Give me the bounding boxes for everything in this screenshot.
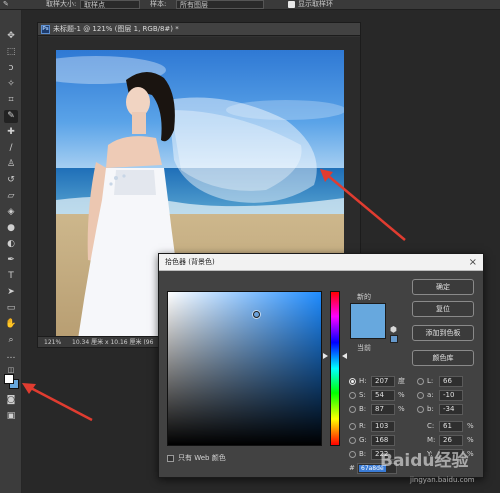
- close-icon[interactable]: ×: [469, 254, 477, 271]
- lab-b-input[interactable]: -34: [439, 404, 463, 415]
- c-label: C:: [427, 422, 435, 430]
- a-radio[interactable]: [417, 392, 424, 399]
- new-color-swatch: [350, 303, 386, 339]
- hue-slider[interactable]: [330, 291, 340, 446]
- b-unit: %: [398, 405, 405, 413]
- m-label: M:: [427, 436, 436, 444]
- s-input[interactable]: 54: [371, 390, 395, 401]
- c-input[interactable]: 61: [439, 421, 463, 432]
- web-colors-only-label: 只有 Web 颜色: [178, 454, 226, 462]
- h-unit: 度: [398, 377, 405, 385]
- dialog-titlebar[interactable]: 拾色器 (背景色) ×: [159, 254, 483, 271]
- baidu-watermark: Baidu经验: [380, 451, 469, 471]
- color-picker-dialog: 拾色器 (背景色) × 新的 当前 ⬢ 确定 复位 添加到色板 颜色库 H: 2…: [158, 253, 484, 478]
- hex-label: #: [349, 464, 355, 472]
- arrow-to-background-swatch: [22, 383, 93, 422]
- web-colors-only-checkbox[interactable]: [167, 455, 174, 462]
- reset-button[interactable]: 复位: [412, 301, 474, 317]
- l-radio[interactable]: [417, 378, 424, 385]
- arrow-to-sky: [320, 169, 406, 241]
- web-safe-color-swatch[interactable]: [390, 335, 398, 343]
- photoshop-window: ✎ 取样大小: 取样点 样本: 所有图层 显示取样环 ✥ ⬚ ↄ ✧ ⌗ ✎ ✚…: [0, 0, 500, 493]
- b-label: B:: [359, 405, 367, 413]
- blue-label: B:: [359, 450, 367, 458]
- color-field-black-overlay: [168, 292, 321, 445]
- g-radio[interactable]: [349, 437, 356, 444]
- add-to-swatches-button[interactable]: 添加到色板: [412, 325, 474, 341]
- s-radio[interactable]: [349, 392, 356, 399]
- foreground-color-swatch[interactable]: [4, 374, 14, 384]
- r-label: R:: [359, 422, 367, 430]
- new-color-label: 新的: [357, 293, 371, 301]
- baidu-watermark-url: jingyan.baidu.com: [410, 476, 475, 484]
- ok-button[interactable]: 确定: [412, 279, 474, 295]
- l-input[interactable]: 66: [439, 376, 463, 387]
- g-label: G:: [359, 436, 367, 444]
- s-label: S:: [359, 391, 366, 399]
- web-safe-cube-icon[interactable]: ⬢: [390, 325, 397, 334]
- g-input[interactable]: 168: [371, 435, 395, 446]
- b-radio[interactable]: [349, 406, 356, 413]
- hue-slider-right-arrow-icon[interactable]: [342, 353, 347, 359]
- color-field-marker[interactable]: [253, 311, 260, 318]
- color-field[interactable]: [167, 291, 322, 446]
- hue-slider-left-arrow-icon[interactable]: [323, 353, 328, 359]
- m-input[interactable]: 26: [439, 435, 463, 446]
- a-label: a:: [427, 391, 434, 399]
- color-libraries-button[interactable]: 颜色库: [412, 350, 474, 366]
- r-radio[interactable]: [349, 423, 356, 430]
- dialog-title: 拾色器 (背景色): [165, 258, 215, 266]
- lab-b-radio[interactable]: [417, 406, 424, 413]
- h-label: H:: [359, 377, 367, 385]
- b-input[interactable]: 87: [371, 404, 395, 415]
- m-unit: %: [467, 436, 474, 444]
- a-input[interactable]: -10: [439, 390, 463, 401]
- l-label: L:: [427, 377, 434, 385]
- current-color-label: 当前: [357, 344, 371, 352]
- lab-b-label: b:: [427, 405, 434, 413]
- s-unit: %: [398, 391, 405, 399]
- c-unit: %: [467, 422, 474, 430]
- blue-radio[interactable]: [349, 451, 356, 458]
- h-input[interactable]: 207: [371, 376, 395, 387]
- r-input[interactable]: 103: [371, 421, 395, 432]
- h-radio[interactable]: [349, 378, 356, 385]
